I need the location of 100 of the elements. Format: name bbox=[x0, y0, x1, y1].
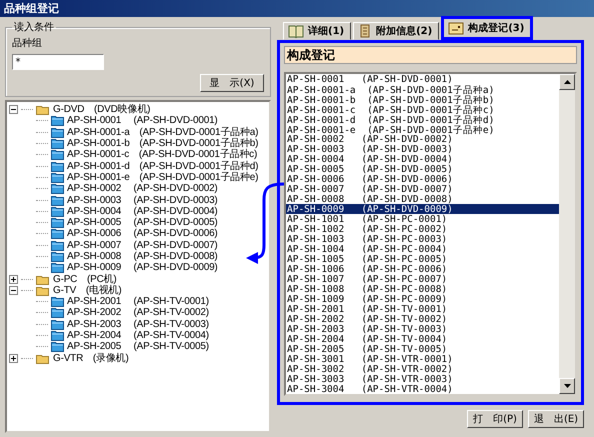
folder-icon bbox=[36, 274, 50, 285]
expand-icon[interactable] bbox=[9, 274, 18, 284]
print-button[interactable]: 打 印(P) bbox=[467, 410, 523, 428]
show-button[interactable]: 显 示(X) bbox=[200, 74, 264, 92]
list-item[interactable]: AP-SH-1002 (AP-SH-PC-0002) bbox=[286, 224, 559, 234]
exit-button[interactable]: 退 出(E) bbox=[528, 410, 584, 428]
list-item[interactable]: AP-SH-1005 (AP-SH-PC-0005) bbox=[286, 254, 559, 264]
list-item[interactable]: AP-SH-0006 (AP-SH-DVD-0006) bbox=[286, 174, 559, 184]
input-field[interactable]: * bbox=[12, 54, 104, 70]
list-item[interactable]: AP-SH-3004 (AP-SH-VTR-0004) bbox=[286, 384, 559, 394]
folder-icon bbox=[51, 318, 64, 330]
list-item[interactable]: AP-SH-0001-c (AP-SH-DVD-0001子品种c) bbox=[286, 104, 559, 114]
list-item[interactable]: AP-SH-2001 (AP-SH-TV-0001) bbox=[286, 304, 559, 314]
tree-label: AP-SH-0001-d (AP-SH-DVD-0001子品种d) bbox=[67, 160, 258, 172]
tree-label: AP-SH-0008 (AP-SH-DVD-0008) bbox=[67, 251, 218, 262]
up-arrow-icon[interactable] bbox=[564, 80, 570, 84]
list-item[interactable]: AP-SH-0003 (AP-SH-DVD-0003) bbox=[286, 144, 559, 154]
folder-icon bbox=[51, 228, 64, 240]
list-item[interactable]: AP-SH-0009 (AP-SH-DVD-0009) bbox=[286, 204, 559, 214]
tree-label: AP-SH-2003 (AP-SH-TV-0003) bbox=[67, 318, 209, 330]
group-label: 读入条件 bbox=[13, 20, 55, 34]
tree-label: G-TV (电视机) bbox=[53, 284, 122, 296]
list-item[interactable]: AP-SH-0001-e (AP-SH-DVD-0001子品种e) bbox=[286, 124, 559, 134]
folder-icon bbox=[51, 262, 64, 274]
tree-item[interactable]: AP-SH-0001 (AP-SH-DVD-0001) bbox=[9, 115, 269, 127]
folder-icon bbox=[51, 149, 64, 160]
tree-item[interactable]: AP-SH-0004 (AP-SH-DVD-0004) bbox=[9, 206, 269, 217]
tree-item[interactable]: AP-SH-2001 (AP-SH-TV-0001) bbox=[9, 296, 269, 308]
tree-item[interactable]: AP-SH-0001-d (AP-SH-DVD-0001子品种d) bbox=[9, 160, 269, 172]
list-item[interactable]: AP-SH-0001-a (AP-SH-DVD-0001子品种a) bbox=[286, 84, 559, 94]
tree-label: AP-SH-0001-e (AP-SH-DVD-0001子品种e) bbox=[67, 172, 258, 183]
tab[interactable]: 构成登记(3) bbox=[441, 16, 534, 40]
list-item[interactable]: AP-SH-2002 (AP-SH-TV-0002) bbox=[286, 314, 559, 324]
expand-icon[interactable] bbox=[9, 354, 18, 363]
scrollbar[interactable] bbox=[559, 74, 575, 394]
folder-icon bbox=[51, 138, 64, 150]
folder-icon bbox=[51, 296, 64, 308]
tree-label: AP-SH-0002 (AP-SH-DVD-0002) bbox=[67, 183, 218, 194]
tree-item[interactable]: AP-SH-0008 (AP-SH-DVD-0008) bbox=[9, 250, 269, 262]
folder-icon bbox=[51, 115, 64, 126]
list-item[interactable]: AP-SH-1006 (AP-SH-PC-0006) bbox=[286, 264, 559, 274]
list-item[interactable]: AP-SH-1003 (AP-SH-PC-0003) bbox=[286, 234, 559, 244]
list-item[interactable]: AP-SH-0007 (AP-SH-DVD-0007) bbox=[286, 184, 559, 194]
tree-item[interactable]: AP-SH-0001-a (AP-SH-DVD-0001子品种a) bbox=[9, 126, 269, 138]
folder-icon bbox=[51, 251, 64, 262]
tree-item[interactable]: AP-SH-2004 (AP-SH-TV-0004) bbox=[9, 330, 269, 342]
folder-icon bbox=[51, 160, 64, 172]
collapse-icon[interactable] bbox=[9, 286, 18, 295]
folder-icon bbox=[51, 172, 64, 183]
list-item[interactable]: AP-SH-1004 (AP-SH-PC-0004) bbox=[286, 244, 559, 254]
tree-item[interactable]: G-VTR (录像机) bbox=[9, 352, 269, 364]
book-icon bbox=[288, 24, 304, 38]
tab[interactable]: 附加信息(2) bbox=[353, 22, 440, 40]
tree-item[interactable]: AP-SH-0002 (AP-SH-DVD-0002) bbox=[9, 183, 269, 194]
list-item[interactable]: AP-SH-0001-b (AP-SH-DVD-0001子品种b) bbox=[286, 94, 559, 104]
list-item[interactable]: AP-SH-2005 (AP-SH-TV-0005) bbox=[286, 344, 559, 354]
folder-icon bbox=[51, 126, 64, 138]
folder-icon bbox=[51, 330, 64, 342]
list-item[interactable]: AP-SH-0001-d (AP-SH-DVD-0001子品种d) bbox=[286, 114, 559, 124]
tree-item[interactable]: AP-SH-0003 (AP-SH-DVD-0003) bbox=[9, 194, 269, 206]
tree-item[interactable]: AP-SH-0001-e (AP-SH-DVD-0001子品种e) bbox=[9, 172, 269, 184]
collapse-icon[interactable] bbox=[9, 105, 18, 114]
tree-label: AP-SH-2002 (AP-SH-TV-0002) bbox=[67, 307, 209, 318]
tree-item[interactable]: AP-SH-0006 (AP-SH-DVD-0006) bbox=[9, 228, 269, 240]
list-item[interactable]: AP-SH-3003 (AP-SH-VTR-0003) bbox=[286, 374, 559, 384]
tree-item[interactable]: AP-SH-2002 (AP-SH-TV-0002) bbox=[9, 307, 269, 319]
list-item[interactable]: AP-SH-1009 (AP-SH-PC-0009) bbox=[286, 294, 559, 304]
tree-label: G-DVD (DVD映像机) bbox=[53, 104, 150, 116]
tree-label: AP-SH-2004 (AP-SH-TV-0004) bbox=[67, 330, 209, 342]
tree-item[interactable]: AP-SH-0001-c (AP-SH-DVD-0001子品种c) bbox=[9, 149, 269, 160]
list-item[interactable]: AP-SH-1007 (AP-SH-PC-0007) bbox=[286, 274, 559, 284]
panel-heading: 构成登记 bbox=[284, 46, 577, 64]
tree-item[interactable]: AP-SH-0005 (AP-SH-DVD-0005) bbox=[9, 216, 269, 228]
tree-label: AP-SH-0001-a (AP-SH-DVD-0001子品种a) bbox=[67, 126, 258, 138]
list-item[interactable]: AP-SH-0008 (AP-SH-DVD-0008) bbox=[286, 194, 559, 204]
list-item[interactable]: AP-SH-0002 (AP-SH-DVD-0002) bbox=[286, 134, 559, 144]
tree-item[interactable]: AP-SH-2005 (AP-SH-TV-0005) bbox=[9, 341, 269, 353]
tree-item[interactable]: G-TV (电视机) bbox=[9, 284, 269, 296]
tree-item[interactable]: AP-SH-2003 (AP-SH-TV-0003) bbox=[9, 318, 269, 330]
list-item[interactable]: AP-SH-3002 (AP-SH-VTR-0002) bbox=[286, 364, 559, 374]
tree-item[interactable]: G-PC (PC机) bbox=[9, 273, 269, 285]
list-item[interactable]: AP-SH-0001 (AP-SH-DVD-0001) bbox=[286, 74, 559, 84]
list-item[interactable]: AP-SH-2003 (AP-SH-TV-0003) bbox=[286, 324, 559, 334]
down-arrow-icon[interactable] bbox=[564, 384, 570, 388]
list-item[interactable]: AP-SH-0005 (AP-SH-DVD-0005) bbox=[286, 164, 559, 174]
tree-label: AP-SH-0006 (AP-SH-DVD-0006) bbox=[67, 228, 218, 240]
tree-label: AP-SH-0001 (AP-SH-DVD-0001) bbox=[67, 115, 218, 126]
list-item[interactable]: AP-SH-1008 (AP-SH-PC-0008) bbox=[286, 284, 559, 294]
tree-label: AP-SH-2001 (AP-SH-TV-0001) bbox=[67, 296, 209, 308]
tree-item[interactable]: AP-SH-0001-b (AP-SH-DVD-0001子品种b) bbox=[9, 138, 269, 150]
tree-item[interactable]: AP-SH-0007 (AP-SH-DVD-0007) bbox=[9, 240, 269, 251]
list-item[interactable]: AP-SH-1001 (AP-SH-PC-0001) bbox=[286, 214, 559, 224]
list-item[interactable]: AP-SH-0004 (AP-SH-DVD-0004) bbox=[286, 154, 559, 164]
tab[interactable]: 详细(1) bbox=[283, 22, 352, 40]
tree-label: AP-SH-0001-b (AP-SH-DVD-0001子品种b) bbox=[67, 138, 258, 150]
list-item[interactable]: AP-SH-2004 (AP-SH-TV-0004) bbox=[286, 334, 559, 344]
list-item[interactable]: AP-SH-3001 (AP-SH-VTR-0001) bbox=[286, 354, 559, 364]
document-icon bbox=[358, 24, 372, 38]
tree-item[interactable]: AP-SH-0009 (AP-SH-DVD-0009) bbox=[9, 262, 269, 274]
tree-item[interactable]: G-DVD (DVD映像机) bbox=[9, 104, 269, 116]
